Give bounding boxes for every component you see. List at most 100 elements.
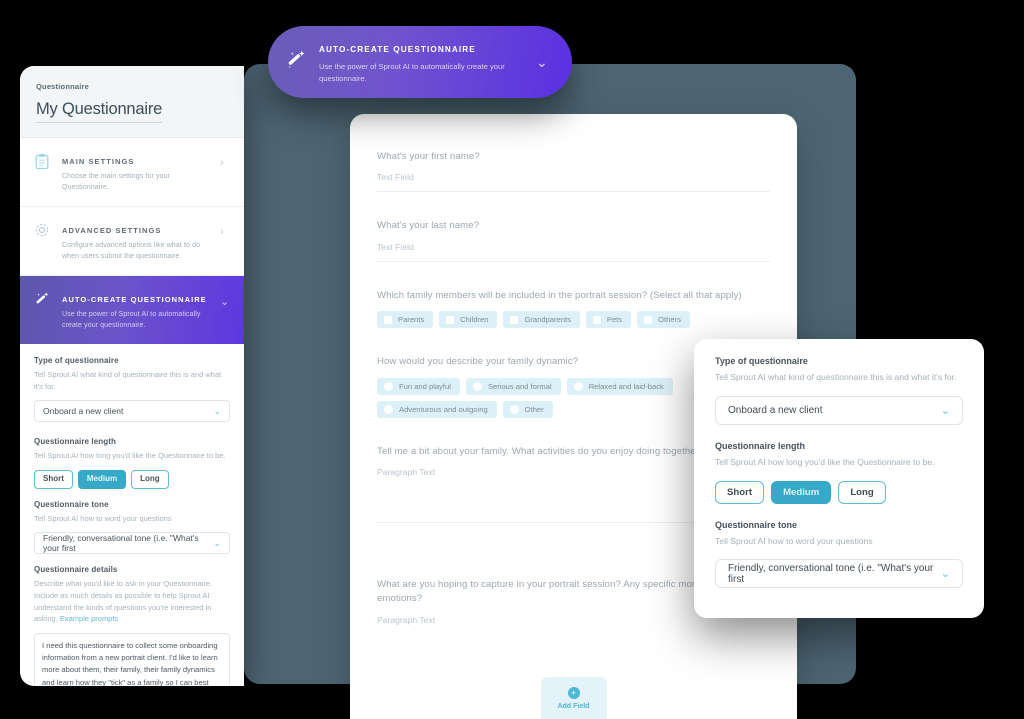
- questionnaire-length-options: Short Medium Long: [34, 469, 230, 489]
- sidebar-header: Questionnaire My Questionnaire: [20, 66, 244, 138]
- questionnaire-details-group: Questionnaire details Describe what you'…: [34, 565, 230, 686]
- radio-option-other[interactable]: Other: [502, 400, 553, 418]
- chevron-down-icon[interactable]: ⌄: [536, 54, 550, 71]
- type-of-questionnaire-select[interactable]: Onboard a new client ⌄: [34, 400, 230, 423]
- questionnaire-length-group: Questionnaire length Tell Sprout AI how …: [34, 437, 230, 489]
- app-screenshot: Questionnaire My Questionnaire MAIN SETT…: [0, 0, 1024, 719]
- questionnaire-tone-help: Tell Sprout AI how to word your question…: [34, 513, 172, 523]
- popup-length-option-medium[interactable]: Medium: [771, 480, 832, 504]
- question-last-name: What's your last name? Text Field: [377, 219, 770, 262]
- radio-option-fun-and-playful[interactable]: Fun and playful: [377, 377, 460, 395]
- popup-type-group: Type of questionnaire Tell Sprout AI wha…: [715, 356, 963, 425]
- chevron-down-icon: ⌄: [940, 404, 950, 417]
- popup-type-select[interactable]: Onboard a new client ⌄: [715, 395, 963, 425]
- length-option-medium[interactable]: Medium: [77, 469, 127, 489]
- breadcrumb: Questionnaire: [36, 82, 90, 91]
- checkbox-icon[interactable]: [446, 315, 455, 324]
- sidebar-item-texts: MAIN SETTINGS Choose the main settings f…: [62, 151, 210, 193]
- sidebar-item-main-settings[interactable]: MAIN SETTINGS Choose the main settings f…: [20, 138, 244, 207]
- popup-length-option-long[interactable]: Long: [838, 480, 886, 504]
- sidebar-item-description: Choose the main settings for your Questi…: [62, 173, 170, 191]
- type-of-questionnaire-value: Onboard a new client: [43, 406, 124, 417]
- length-option-short[interactable]: Short: [34, 469, 73, 489]
- questionnaire-tone-label: Questionnaire tone: [34, 499, 109, 509]
- questionnaire-details-help: Describe what you'd like to ask in your …: [34, 578, 230, 625]
- popup-tone-group: Questionnaire tone Tell Sprout AI how to…: [715, 520, 963, 589]
- checkbox-icon[interactable]: [644, 315, 653, 324]
- option-label: Adventurous and outgoing: [399, 404, 488, 414]
- popup-type-label: Type of questionnaire: [715, 356, 808, 366]
- sidebar-item-texts: AUTO-CREATE QUESTIONNAIRE Use the power …: [62, 289, 210, 331]
- option-label: Relaxed and laid-back: [588, 381, 664, 391]
- magic-wand-icon: [286, 49, 308, 76]
- question-label: Which family members will be included in…: [377, 289, 742, 301]
- questionnaire-tone-select[interactable]: Friendly, conversational tone (i.e. "Wha…: [34, 532, 230, 555]
- checkbox-icon[interactable]: [592, 315, 601, 324]
- chevron-down-icon: ⌄: [220, 296, 230, 308]
- questionnaire-length-label: Questionnaire length: [34, 437, 117, 447]
- checkbox-option-grandparents[interactable]: Grandparents: [503, 311, 580, 329]
- option-label: Fun and playful: [399, 381, 451, 391]
- popup-tone-select[interactable]: Friendly, conversational tone (i.e. "Wha…: [715, 559, 963, 589]
- clipboard-icon: [34, 151, 52, 175]
- settings-popup-card: Type of questionnaire Tell Sprout AI wha…: [694, 339, 984, 618]
- radio-icon[interactable]: [384, 404, 393, 414]
- popup-length-label: Questionnaire length: [715, 440, 806, 451]
- sidebar-item-advanced-settings[interactable]: ADVANCED SETTINGS Configure advanced opt…: [20, 207, 244, 276]
- question-first-name: What's your first name? Text Field: [377, 150, 770, 193]
- questionnaire-details-textarea[interactable]: I need this questionnaire to collect som…: [34, 632, 230, 686]
- popup-length-options: Short Medium Long: [715, 480, 963, 504]
- question-placeholder[interactable]: Text Field: [377, 172, 770, 182]
- option-label: Others: [658, 315, 681, 325]
- checkbox-option-children[interactable]: Children: [439, 311, 498, 329]
- radio-icon[interactable]: [384, 381, 393, 391]
- checkbox-option-parents[interactable]: Parents: [377, 311, 434, 329]
- radio-option-serious-and-formal[interactable]: Serious and formal: [465, 377, 561, 395]
- add-field-label: Add Field: [557, 702, 590, 710]
- question-label: What's your last name?: [377, 220, 480, 232]
- field-underline: [377, 260, 770, 262]
- magic-wand-icon: [34, 289, 52, 313]
- radio-icon[interactable]: [573, 381, 583, 391]
- chevron-down-icon: ⌄: [213, 537, 221, 548]
- chevron-right-icon: ›: [220, 226, 224, 238]
- type-of-questionnaire-group: Type of questionnaire Tell Sprout AI wha…: [34, 356, 230, 423]
- questionnaire-details-value: I need this questionnaire to collect som…: [42, 640, 218, 686]
- auto-create-banner[interactable]: AUTO-CREATE QUESTIONNAIRE Use the power …: [268, 26, 572, 98]
- length-option-long[interactable]: Long: [131, 469, 169, 489]
- popup-type-help: Tell Sprout AI what kind of questionnair…: [715, 372, 957, 382]
- sidebar-item-description: Use the power of Sprout AI to automatica…: [62, 311, 201, 329]
- popup-length-option-short[interactable]: Short: [715, 480, 765, 504]
- checkbox-icon[interactable]: [510, 315, 519, 324]
- checkbox-option-others[interactable]: Others: [637, 311, 690, 329]
- sidebar-item-label: ADVANCED SETTINGS: [62, 226, 162, 235]
- plus-circle-icon: +: [567, 686, 580, 699]
- banner-title: AUTO-CREATE QUESTIONNAIRE: [319, 45, 476, 55]
- auto-create-form: Type of questionnaire Tell Sprout AI wha…: [20, 344, 244, 686]
- sidebar-item-auto-create-questionnaire[interactable]: AUTO-CREATE QUESTIONNAIRE Use the power …: [20, 276, 244, 344]
- sidebar-item-description: Configure advanced options like what to …: [62, 242, 201, 260]
- option-label: Serious and formal: [487, 381, 552, 391]
- banner-texts: AUTO-CREATE QUESTIONNAIRE Use the power …: [319, 39, 525, 85]
- chevron-down-icon: ⌄: [940, 568, 950, 581]
- add-field-button[interactable]: + Add Field: [540, 677, 607, 719]
- popup-tone-value: Friendly, conversational tone (i.e. "Wha…: [728, 562, 934, 585]
- example-prompts-link[interactable]: Example prompts: [60, 614, 118, 623]
- option-label: Pets: [606, 315, 623, 325]
- radio-option-adventurous-and-outgoing[interactable]: Adventurous and outgoing: [377, 400, 497, 418]
- option-label: Parents: [398, 315, 425, 325]
- page-title: My Questionnaire: [36, 100, 162, 123]
- radio-icon[interactable]: [472, 381, 482, 391]
- checkbox-option-pets[interactable]: Pets: [585, 311, 632, 329]
- radio-icon[interactable]: [509, 404, 519, 414]
- radio-option-relaxed-and-laid-back[interactable]: Relaxed and laid-back: [566, 377, 673, 395]
- questionnaire-details-label: Questionnaire details: [34, 565, 118, 575]
- checkbox-icon[interactable]: [384, 315, 392, 324]
- checkbox-options: Parents Children Grandparents Pets Other…: [377, 311, 770, 329]
- question-placeholder[interactable]: Text Field: [377, 242, 770, 252]
- gear-icon: [34, 220, 52, 243]
